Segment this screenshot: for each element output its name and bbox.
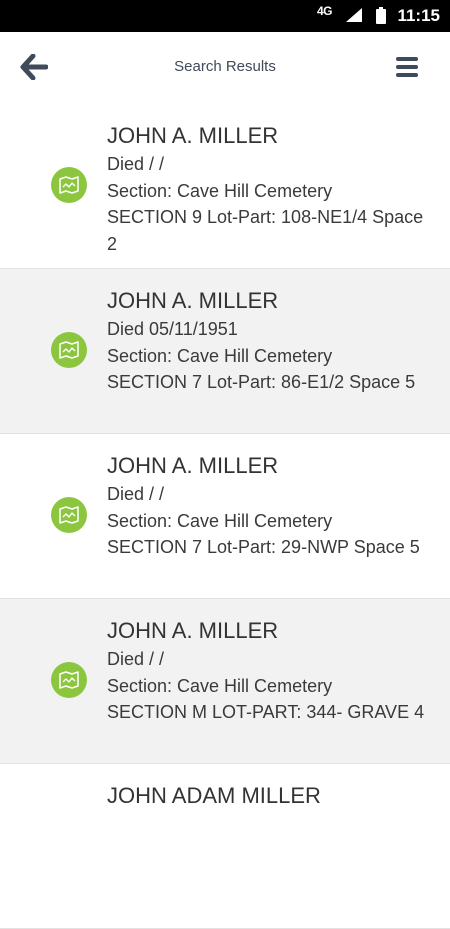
result-details: JOHN A. MILLER Died / / Section: Cave Hi… xyxy=(107,121,434,257)
result-name: JOHN A. MILLER xyxy=(107,123,279,148)
result-section: Section: Cave Hill Cemetery xyxy=(107,345,333,366)
signal-icon xyxy=(346,8,362,27)
status-time: 11:15 xyxy=(397,6,440,25)
map-icon[interactable] xyxy=(51,497,87,533)
result-section: Section: Cave Hill Cemetery xyxy=(107,510,333,531)
result-row[interactable]: JOHN A. MILLER Died / / Section: Cave Hi… xyxy=(0,599,450,764)
result-details: JOHN A. MILLER Died / / Section: Cave Hi… xyxy=(107,616,434,726)
menu-button[interactable] xyxy=(396,56,420,80)
results-list: JOHN A. MILLER Died / / Section: Cave Hi… xyxy=(0,104,450,929)
result-name: JOHN ADAM MILLER xyxy=(107,783,321,808)
result-death-date: Died / / xyxy=(107,649,165,669)
result-details: JOHN A. MILLER Died / / Section: Cave Hi… xyxy=(107,451,434,561)
hamburger-menu-icon xyxy=(396,57,418,77)
page-title: Search Results xyxy=(174,58,276,75)
result-section: Section: Cave Hill Cemetery xyxy=(107,675,333,696)
result-location: SECTION M LOT-PART: 344- GRAVE 4 xyxy=(107,702,425,722)
result-name: JOHN A. MILLER xyxy=(107,288,279,313)
result-location: SECTION 7 Lot-Part: 29-NWP Space 5 xyxy=(107,537,420,557)
map-icon[interactable] xyxy=(51,167,87,203)
result-location: SECTION 9 Lot-Part: 108-NE1/4 Space 2 xyxy=(107,207,424,254)
result-name: JOHN A. MILLER xyxy=(107,453,279,478)
app-header: Search Results xyxy=(0,32,450,104)
status-bar: 4G 11:15 xyxy=(0,0,450,32)
result-section: Section: Cave Hill Cemetery xyxy=(107,180,333,201)
network-type-indicator: 4G xyxy=(316,4,333,18)
result-row[interactable]: JOHN A. MILLER Died / / Section: Cave Hi… xyxy=(0,434,450,599)
result-details: JOHN A. MILLER Died 05/11/1951 Section: … xyxy=(107,286,434,396)
result-row[interactable]: JOHN A. MILLER Died / / Section: Cave Hi… xyxy=(0,104,450,269)
result-death-date: Died / / xyxy=(107,154,165,174)
result-death-date: Died 05/11/1951 xyxy=(107,319,238,339)
result-death-date: Died / / xyxy=(107,484,165,504)
result-details: JOHN ADAM MILLER xyxy=(107,781,434,811)
result-row[interactable]: JOHN A. MILLER Died 05/11/1951 Section: … xyxy=(0,269,450,434)
map-icon[interactable] xyxy=(51,332,87,368)
result-location: SECTION 7 Lot-Part: 86-E1/2 Space 5 xyxy=(107,372,416,392)
map-icon[interactable] xyxy=(51,662,87,698)
battery-icon xyxy=(376,7,386,29)
result-row[interactable]: JOHN ADAM MILLER xyxy=(0,764,450,929)
result-name: JOHN A. MILLER xyxy=(107,618,279,643)
